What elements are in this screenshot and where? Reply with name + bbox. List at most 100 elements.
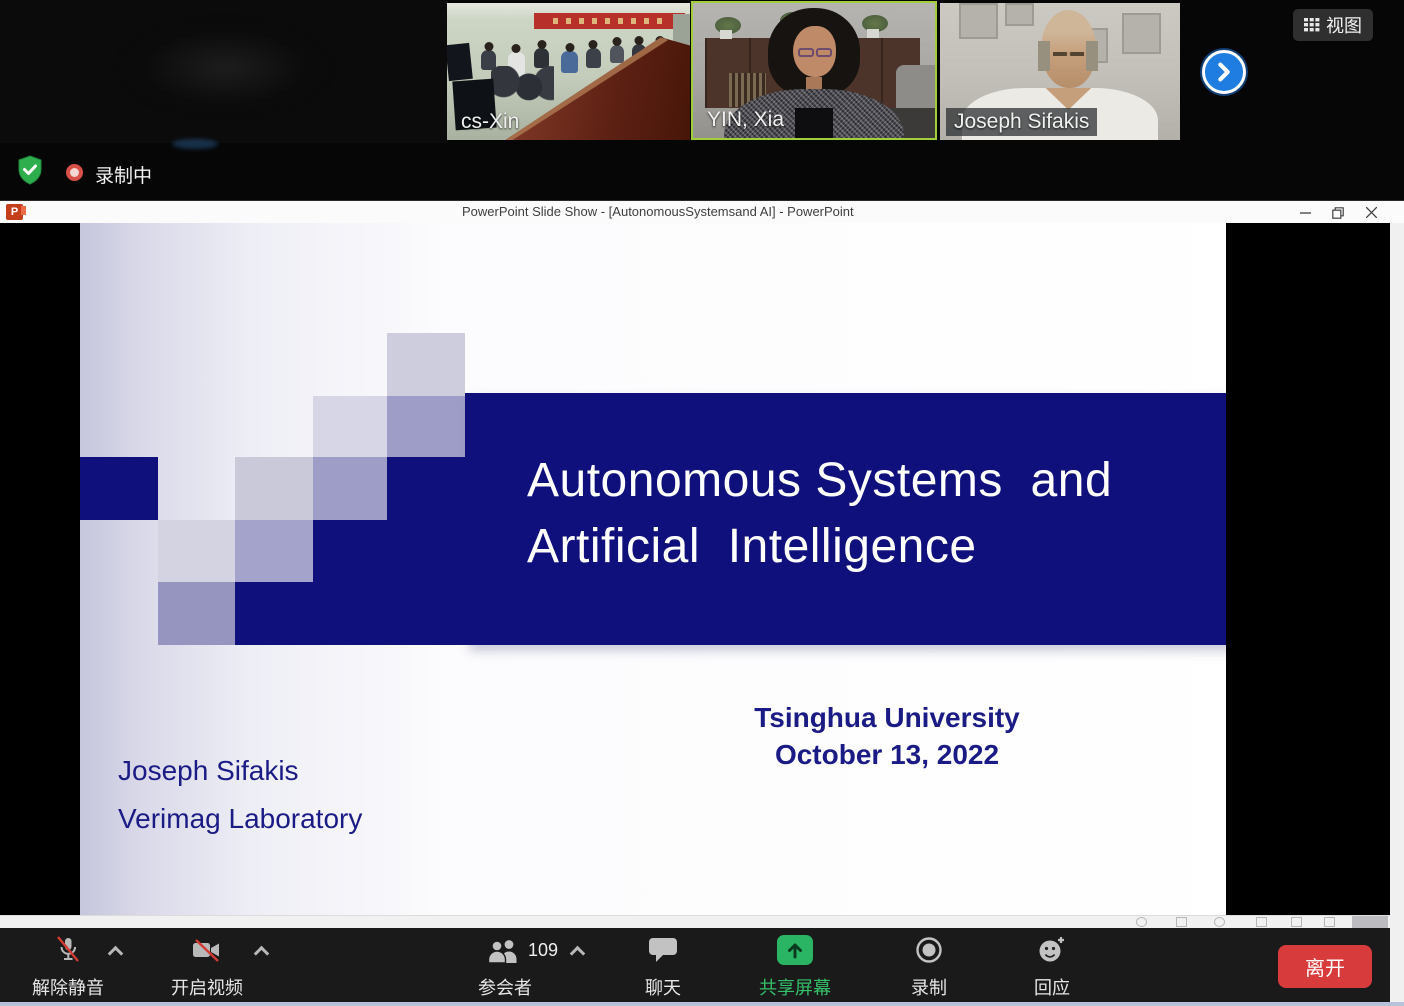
window-title: PowerPoint Slide Show - [AutonomousSyste… (462, 204, 854, 219)
next-videos-button[interactable] (1202, 50, 1246, 94)
reactions-smiley-icon (1037, 935, 1067, 963)
decor-square (158, 520, 235, 582)
close-button[interactable] (1362, 204, 1380, 221)
decor-square (235, 457, 313, 520)
title-banner-step (313, 520, 387, 645)
chat-label[interactable]: 聊天 (608, 974, 718, 1000)
banner-text-decoration (553, 18, 667, 25)
slideshow-pen-icon[interactable] (1176, 917, 1187, 927)
video-thumbnail-yin-xia[interactable]: YIN, Xia (691, 1, 937, 140)
decor-square (387, 333, 465, 396)
chairs (491, 66, 554, 104)
chevron-up-icon[interactable] (570, 946, 586, 962)
view-button[interactable]: 视图 (1293, 9, 1373, 41)
slideshow-grid-icon[interactable] (1291, 917, 1302, 927)
dark-video-smudge (120, 20, 330, 115)
recording-indicator: 录制中 (0, 152, 400, 196)
participants-label[interactable]: 参会者 (450, 974, 560, 1000)
reactions-button[interactable] (1037, 935, 1067, 968)
slide-date: October 13, 2022 (687, 736, 1087, 773)
reactions-label[interactable]: 回应 (997, 974, 1107, 1000)
grid-icon (1304, 18, 1320, 33)
blue-reflection (172, 139, 218, 149)
close-icon (1366, 207, 1377, 218)
picture-frame (1005, 3, 1034, 26)
record-button[interactable] (914, 935, 944, 970)
attendee (586, 48, 601, 68)
ppt-titlebar: P PowerPoint Slide Show - [AutonomousSys… (0, 200, 1404, 223)
zoom-video-strip: cs-Xin YIN, Xia (0, 0, 1404, 200)
slideshow-notes-icon[interactable] (1256, 917, 1267, 927)
start-video-button[interactable] (192, 938, 222, 967)
minimize-button[interactable] (1296, 204, 1314, 221)
video-thumbnail-joseph-sifakis[interactable]: Joseph Sifakis (940, 3, 1180, 140)
chevron-up-icon[interactable] (254, 946, 270, 962)
powerpoint-app-icon: P (6, 204, 23, 220)
start-video-label[interactable]: 开启视频 (152, 974, 262, 1000)
video-name-label: Joseph Sifakis (946, 108, 1097, 136)
record-icon (914, 935, 944, 965)
zoom-toolbar: 解除静音 开启视频 109 参会者 (0, 928, 1390, 1006)
slide[interactable]: Autonomous Systems and Artificial Intell… (80, 223, 1306, 915)
attendee (561, 51, 578, 73)
monitor (447, 43, 473, 81)
decor-square (313, 396, 387, 457)
slideshow-next-icon[interactable] (1214, 917, 1225, 927)
unmute-label[interactable]: 解除静音 (13, 974, 123, 1000)
security-shield-icon[interactable] (17, 155, 43, 185)
view-button-label: 视图 (1326, 12, 1362, 38)
restore-button[interactable] (1329, 204, 1347, 221)
recording-label: 录制中 (95, 161, 152, 188)
picture-frame (1122, 13, 1160, 54)
slide-affiliation: Verimag Laboratory (118, 795, 362, 843)
chevron-up-icon[interactable] (108, 946, 124, 962)
participants-count: 109 (528, 940, 558, 961)
decor-square-navy (80, 457, 158, 520)
video-name-label: cs-Xin (453, 108, 527, 136)
decor-square (235, 520, 313, 582)
recording-dot-icon (66, 164, 83, 181)
attendee (610, 45, 624, 63)
leave-button[interactable]: 离开 (1278, 945, 1372, 988)
chat-icon (648, 936, 678, 964)
share-screen-button[interactable] (777, 935, 813, 965)
slide-title: Autonomous Systems and Artificial Intell… (527, 448, 1112, 580)
slideshow-zoom-icon[interactable] (1324, 917, 1335, 927)
chat-button[interactable] (648, 936, 678, 969)
video-name-label: YIN, Xia (699, 106, 792, 134)
participants-button[interactable] (487, 937, 521, 969)
decor-square (158, 582, 235, 645)
person-shirt (795, 108, 834, 138)
plant-pot (867, 29, 879, 38)
picture-frame (959, 3, 997, 39)
camera-muted-icon (192, 938, 222, 962)
video-thumbnail-dark[interactable] (0, 0, 448, 143)
red-banner (534, 13, 685, 29)
record-label[interactable]: 录制 (874, 974, 984, 1000)
person-hair (1086, 41, 1098, 71)
title-banner-step (235, 582, 313, 645)
restore-icon (1332, 207, 1344, 219)
slide-author-block: Joseph Sifakis Verimag Laboratory (118, 747, 362, 843)
minimize-icon (1300, 207, 1311, 218)
decor-square (387, 396, 465, 457)
desktop-sliver (1390, 223, 1404, 1006)
plant-pot (720, 30, 732, 39)
share-screen-label[interactable]: 共享屏幕 (740, 974, 850, 1000)
stage-right-bar (1226, 223, 1390, 915)
title-banner-step (387, 457, 465, 645)
video-thumbnail-cs-xin[interactable]: cs-Xin (447, 3, 690, 140)
unmute-button[interactable] (55, 936, 81, 967)
slideshow-prev-icon[interactable] (1136, 917, 1147, 927)
slide-venue: Tsinghua University (687, 699, 1087, 736)
slide-venue-block: Tsinghua University October 13, 2022 (687, 699, 1087, 773)
slideshow-control-strip (0, 915, 1390, 928)
screen: cs-Xin YIN, Xia (0, 0, 1404, 1006)
glasses (798, 48, 832, 57)
decor-square (313, 457, 387, 520)
mic-muted-icon (55, 936, 81, 962)
participants-icon (487, 937, 521, 964)
share-screen-arrow-icon (785, 940, 805, 960)
person-hair (1038, 41, 1050, 71)
person-eyes (1053, 52, 1084, 56)
